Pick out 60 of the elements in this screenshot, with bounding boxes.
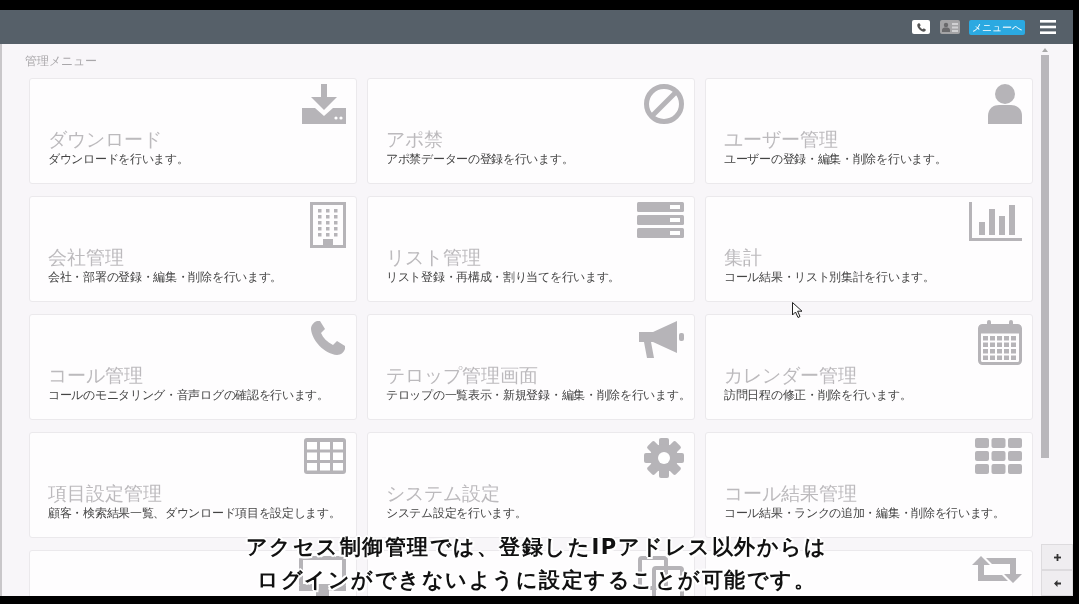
bar-chart-icon	[969, 202, 1022, 241]
plus-icon	[1053, 553, 1061, 561]
tile-description: テロップの一覧表示・新規登録・編集・削除を行います。	[386, 388, 691, 403]
tile-title: カレンダー管理	[724, 364, 857, 387]
menu-tile[interactable]: カレンダー管理 訪問日程の修正・削除を行います。	[705, 314, 1033, 420]
retweet-icon	[972, 556, 1022, 583]
user-icon	[988, 84, 1022, 124]
scrollbar-thumb[interactable]	[1041, 55, 1049, 458]
tile-title: テロップ管理画面	[386, 364, 538, 387]
tile-description: コールのモニタリング・音声ログの確認を行います。	[48, 388, 329, 403]
tile-description: コール結果・ランクの追加・編集・削除を行います。	[724, 506, 1005, 521]
tile-description: ユーザーの登録・編集・削除を行います。	[724, 152, 947, 167]
phone-icon	[916, 22, 926, 32]
scroll-button[interactable]	[1041, 570, 1073, 596]
table-icon	[304, 438, 346, 474]
subtitle-text: ログインができないように設定することが可能です。	[257, 570, 816, 590]
tile-title: ユーザー管理	[724, 128, 838, 151]
megaphone-icon	[639, 320, 684, 360]
tile-title: コール結果管理	[724, 482, 857, 505]
cursor-icon	[792, 302, 803, 318]
tile-title: コール管理	[48, 364, 143, 387]
menu-tile[interactable]: リスト管理 リスト登録・再構成・割り当てを行います。	[367, 196, 695, 302]
tile-description: 顧客・検索結果一覧、ダウンロード項目を設定します。	[48, 506, 341, 521]
scroll-button[interactable]	[1041, 544, 1073, 570]
menu-tile[interactable]: 集計 コール結果・リスト別集計を行います。	[705, 196, 1033, 302]
subtitle-text: アクセス制御管理では、登録したIPアドレス以外からは	[245, 537, 828, 557]
contact-card-button[interactable]	[940, 20, 960, 34]
tile-title: 会社管理	[48, 246, 124, 269]
tile-description: 会社・部署の登録・編集・削除を行います。	[48, 270, 282, 285]
download-icon	[302, 84, 346, 124]
menu-tile[interactable]: アポ禁 アポ禁データーの登録を行います。	[367, 78, 695, 184]
tile-title: ダウンロード	[48, 128, 162, 151]
tile-description: 訪問日程の修正・削除を行います。	[724, 388, 912, 403]
section-title: 管理メニュー	[25, 53, 97, 69]
menu-tile[interactable]: テロップ管理画面 テロップの一覧表示・新規登録・編集・削除を行います。	[367, 314, 695, 420]
menu-tile[interactable]: コール管理 コールのモニタリング・音声ログの確認を行います。	[29, 314, 357, 420]
tile-description: リスト登録・再構成・割り当てを行います。	[386, 270, 620, 285]
menu-tile[interactable]: 会社管理 会社・部署の登録・編集・削除を行います。	[29, 196, 357, 302]
menu-icon[interactable]	[1040, 20, 1056, 34]
tile-description: ダウンロードを行います。	[48, 152, 189, 167]
tile-description: システム設定を行います。	[386, 506, 527, 521]
menu-tile[interactable]: ダウンロード ダウンロードを行います。	[29, 78, 357, 184]
tile-title: アポ禁	[386, 128, 443, 151]
ban-icon	[644, 84, 684, 124]
grid-icon	[975, 438, 1022, 474]
tile-title: システム設定	[386, 482, 500, 505]
tile-title: リスト管理	[386, 246, 481, 269]
tile-title: 項目設定管理	[48, 482, 162, 505]
phone-button[interactable]	[912, 20, 930, 34]
server-icon	[637, 202, 684, 238]
phone-icon	[310, 320, 346, 356]
arrow-left-icon	[1053, 579, 1061, 587]
tile-title: 集計	[724, 246, 762, 269]
building-icon	[310, 202, 346, 248]
menu-tile[interactable]: ユーザー管理 ユーザーの登録・編集・削除を行います。	[705, 78, 1033, 184]
tile-description: コール結果・リスト別集計を行います。	[724, 270, 935, 285]
id-card-icon	[942, 22, 958, 32]
calendar-icon	[978, 320, 1022, 365]
menu-tile[interactable]: システム設定 システム設定を行います。	[367, 432, 695, 538]
tile-description: アポ禁データーの登録を行います。	[386, 152, 574, 167]
